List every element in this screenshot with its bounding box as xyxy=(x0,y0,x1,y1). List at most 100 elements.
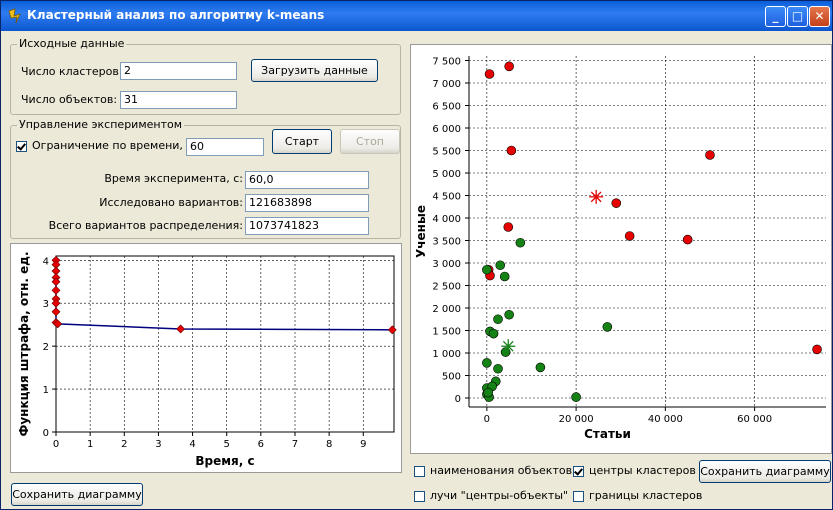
y-axis-label: Функция штрафа, отн. ед. xyxy=(17,251,31,436)
cluster2-point xyxy=(571,392,581,402)
minimize-icon: _ xyxy=(772,9,779,23)
app-icon xyxy=(8,8,21,24)
y-tick-label: 2 xyxy=(43,342,49,353)
y-tick-label: 5 000 xyxy=(432,169,461,180)
plot-area xyxy=(55,255,395,433)
x-tick-label: 3 xyxy=(155,439,161,450)
x-tick-label: 60 000 xyxy=(737,414,772,425)
total-label: Всего вариантов распределения: xyxy=(48,219,243,232)
cluster2-point xyxy=(602,322,613,332)
cluster1-point xyxy=(682,234,693,245)
cluster2-point xyxy=(499,271,510,282)
scatter-chart: 0 20 000 40 000 60 000 0 500 1 000 1 500 2 000 2 … xyxy=(414,56,826,441)
clusters-label: Число кластеров: xyxy=(21,65,123,78)
y-tick-label: 2 500 xyxy=(432,282,461,293)
cluster2-point xyxy=(488,328,499,339)
y-tick-label: 1 000 xyxy=(432,349,461,360)
title-bar[interactable]: Кластерный анализ по алгоритму k-means _… xyxy=(1,1,832,31)
y-tick-label: 0 xyxy=(43,428,49,439)
cluster1-point xyxy=(611,198,622,208)
y-tick-label: 1 xyxy=(43,385,49,396)
penalty-chart: 0 1 2 3 4 5 6 7 8 901234Время, сФункция штрафа, о… xyxy=(17,251,397,468)
x-tick-label: 2 xyxy=(121,439,127,450)
y-tick-label: 500 xyxy=(442,372,461,383)
maximize-icon: □ xyxy=(791,9,804,23)
explored-value-field[interactable]: 121683898 xyxy=(245,194,369,212)
cluster1-point xyxy=(503,222,514,232)
cluster2-point xyxy=(504,309,514,320)
x-tick-label: 7 xyxy=(292,439,298,450)
x-tick-label: 40 000 xyxy=(648,414,683,425)
cluster2-point xyxy=(535,362,546,373)
cluster2-point xyxy=(482,358,492,368)
cluster-borders-label: границы кластеров xyxy=(589,489,703,502)
x-tick-label: 20 000 xyxy=(559,414,594,425)
rays-checkbox[interactable] xyxy=(414,491,425,502)
y-tick-label: 6 500 xyxy=(432,102,461,113)
cluster2-point xyxy=(483,387,493,398)
time-limit-checkbox[interactable] xyxy=(16,141,27,152)
cluster1-point xyxy=(705,150,715,160)
cluster1-point xyxy=(504,61,514,72)
penalty-chart-panel: 0 1 2 3 4 5 6 7 8 9 0 1 2 3 4 Время, с Функция штрафа, о… xyxy=(10,243,402,473)
save-right-chart-button[interactable]: Сохранить диаграмму xyxy=(699,460,831,483)
y-tick-label: 1 500 xyxy=(432,327,461,338)
total-value-field[interactable]: 1073741823 xyxy=(245,217,369,235)
y-tick-label: 3 xyxy=(43,299,49,310)
cluster2-point xyxy=(515,237,526,248)
cluster1-point xyxy=(812,344,822,355)
time-limit-input[interactable]: 60 xyxy=(186,138,264,156)
y-tick-label: 4 500 xyxy=(432,192,461,203)
y-tick-label: 3 500 xyxy=(432,237,461,248)
x-tick-label: 6 xyxy=(258,439,264,450)
time-value-field[interactable]: 60,0 xyxy=(245,171,369,189)
y-tick-label: 6 000 xyxy=(432,124,461,135)
close-button[interactable]: ✕ xyxy=(809,6,830,27)
time-limit-label: Ограничение по времени, с xyxy=(32,139,193,152)
cluster2-point xyxy=(482,264,492,275)
x-axis-label: Время, с xyxy=(195,454,254,468)
source-data-group: Исходные данные Число кластеров: 2 Загру… xyxy=(10,37,401,115)
clusters-input[interactable]: 2 xyxy=(120,62,237,80)
x-tick-label: 9 xyxy=(360,439,366,450)
y-tick-label: 3 000 xyxy=(432,259,461,270)
save-left-chart-button[interactable]: Сохранить диаграмму xyxy=(11,483,143,506)
cluster2-point xyxy=(493,314,503,325)
y-tick-label: 5 500 xyxy=(432,147,461,158)
explored-label: Исследовано вариантов: xyxy=(99,196,243,209)
y-axis-label: Ученые xyxy=(414,205,428,258)
objects-input[interactable]: 31 xyxy=(120,91,237,109)
x-tick-label: 0 xyxy=(53,439,59,450)
main-window: Кластерный анализ по алгоритму k-means _… xyxy=(0,0,833,510)
y-tick-label: 4 000 xyxy=(432,214,461,225)
cluster-centers-checkbox[interactable] xyxy=(573,466,584,477)
maximize-button[interactable]: □ xyxy=(787,6,808,27)
load-data-button[interactable]: Загрузить данные xyxy=(251,59,378,82)
cluster1-point xyxy=(506,145,517,156)
cluster2-point xyxy=(495,260,506,271)
cluster-borders-checkbox[interactable] xyxy=(573,491,584,502)
y-tick-label: 7 000 xyxy=(432,79,461,90)
minimize-button[interactable]: _ xyxy=(765,6,786,27)
cluster1-point xyxy=(484,69,495,79)
experiment-title: Управление экспериментом xyxy=(17,118,185,131)
y-tick-label: 0 xyxy=(455,394,461,405)
scatter-chart-panel: 0 20 000 40 000 60 000 0 500 1 000 1 500 2 000 2 … xyxy=(410,44,832,454)
close-icon: ✕ xyxy=(814,9,825,23)
x-tick-label: 4 xyxy=(189,439,195,450)
cluster-centers-label: центры кластеров xyxy=(589,464,696,477)
rays-label: лучи "центры-объекты" xyxy=(430,489,569,502)
window-title: Кластерный анализ по алгоритму k-means xyxy=(27,8,325,22)
object-names-checkbox[interactable] xyxy=(414,466,425,477)
stop-button[interactable]: Стоп xyxy=(340,129,400,154)
x-tick-label: 1 xyxy=(87,439,93,450)
x-tick-label: 0 xyxy=(484,414,490,425)
objects-label: Число объектов: xyxy=(21,93,118,106)
cluster2-point xyxy=(493,363,503,374)
source-data-title: Исходные данные xyxy=(17,37,127,50)
x-axis-label: Статьи xyxy=(584,427,631,441)
start-button[interactable]: Старт xyxy=(272,129,332,154)
x-tick-label: 5 xyxy=(224,439,230,450)
y-tick-label: 7 500 xyxy=(432,57,461,68)
y-tick-label: 2 000 xyxy=(432,304,461,315)
